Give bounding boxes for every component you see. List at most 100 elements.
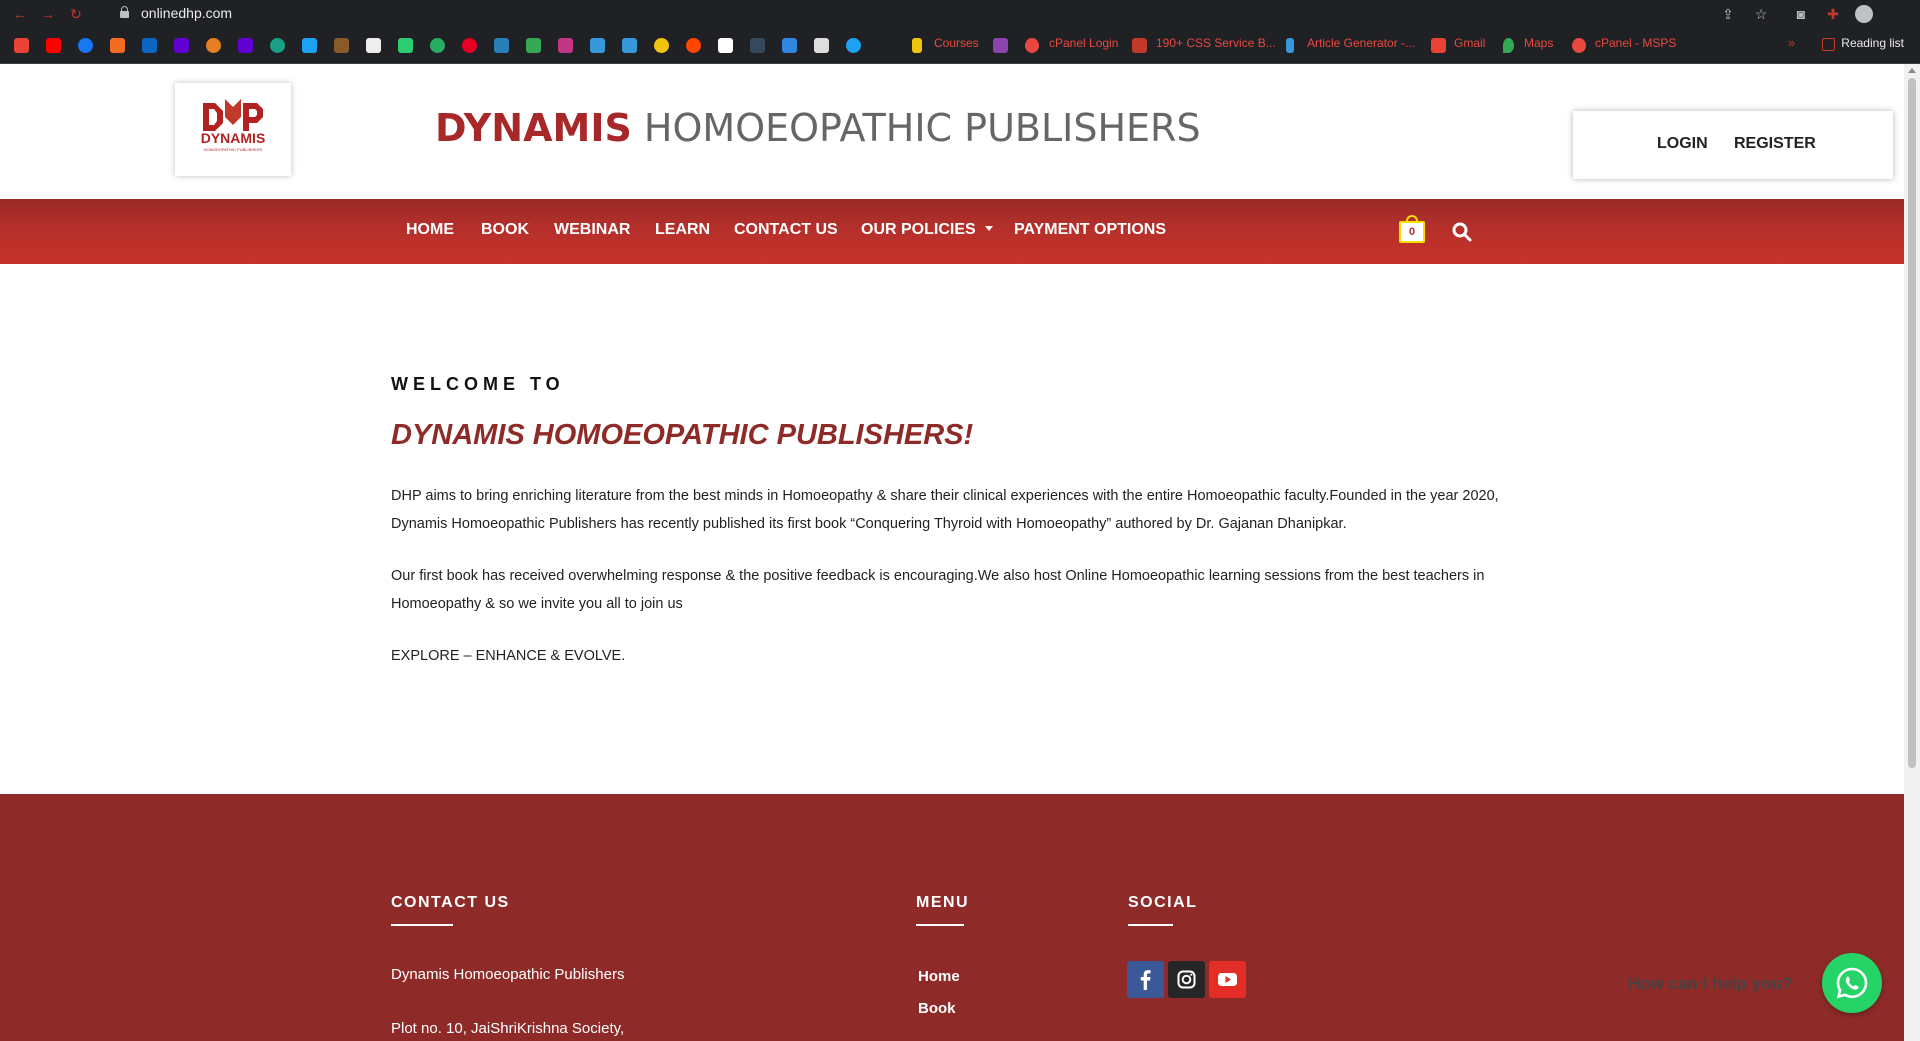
- register-link[interactable]: REGISTER: [1734, 135, 1816, 153]
- intro-paragraph-2: Our first book has received overwhelming…: [391, 568, 1485, 612]
- forward-icon[interactable]: →: [38, 4, 58, 24]
- footer-social-heading: SOCIAL: [1128, 894, 1198, 911]
- profile-avatar[interactable]: [1855, 5, 1873, 23]
- reading-list-button[interactable]: Reading list: [1841, 36, 1904, 50]
- cpanel-icon: [1572, 38, 1586, 53]
- yahoo-bookmark-icon[interactable]: [174, 38, 189, 53]
- scroll-thumb[interactable]: [1908, 78, 1916, 768]
- login-link[interactable]: LOGIN: [1657, 135, 1708, 153]
- footer-address: Plot no. 10, JaiShriKrishna Society,: [391, 1020, 625, 1037]
- intro-paragraph: DHP aims to bring enriching literature f…: [391, 488, 1499, 532]
- facebook-button[interactable]: [1127, 961, 1164, 998]
- bookmark-css-service[interactable]: 190+ CSS Service B...: [1156, 36, 1276, 50]
- bookmark-icon[interactable]: [334, 38, 349, 53]
- lock-icon[interactable]: [120, 6, 129, 18]
- footer-company-name: Dynamis Homoeopathic Publishers: [391, 966, 625, 983]
- bookmark-icon[interactable]: [782, 38, 797, 53]
- bookmark-icon[interactable]: [366, 38, 381, 53]
- whatsapp-chat-button[interactable]: [1822, 953, 1882, 1013]
- star-icon[interactable]: ☆: [1751, 4, 1771, 24]
- bookmark-icon[interactable]: [302, 38, 317, 53]
- bookmark-icon[interactable]: [110, 38, 125, 53]
- nav-webinar[interactable]: WEBINAR: [554, 221, 630, 239]
- facebook-bookmark-icon[interactable]: [78, 38, 93, 53]
- bookmark-icon[interactable]: [654, 38, 669, 53]
- bookmark-cpanel-login[interactable]: cPanel Login: [1049, 36, 1118, 50]
- footer-contact-heading: CONTACT US: [391, 894, 510, 911]
- bookmarks-bar: Courses cPanel Login 190+ CSS Service B.…: [0, 27, 1920, 64]
- maps-icon: [1503, 38, 1514, 53]
- nav-contact-us[interactable]: CONTACT US: [734, 221, 838, 239]
- bookmark-cpanel-msps[interactable]: cPanel - MSPS: [1595, 36, 1676, 50]
- bookmark-gmail[interactable]: Gmail: [1454, 36, 1485, 50]
- bookmark-icon[interactable]: [718, 38, 733, 53]
- youtube-bookmark-icon[interactable]: [46, 38, 61, 53]
- bookmark-article-generator[interactable]: Article Generator -...: [1307, 36, 1415, 50]
- site-title-light: HOMOEOPATHIC PUBLISHERS: [643, 106, 1201, 150]
- nav-our-policies-label: OUR POLICIES: [861, 221, 976, 238]
- divider: [391, 924, 453, 926]
- share-icon[interactable]: ⇪: [1718, 4, 1738, 24]
- nav-learn[interactable]: LEARN: [655, 221, 710, 239]
- bookmark-icon[interactable]: [590, 38, 605, 53]
- bookmark-icon[interactable]: [430, 38, 445, 53]
- gmail-bookmark-icon[interactable]: [14, 38, 29, 53]
- youtube-icon: [1218, 973, 1237, 986]
- web-page: DYNAMIS HOMOEOPATHIC PUBLISHERS DYNAMIS …: [0, 64, 1904, 1041]
- footer-menu-heading: MENU: [916, 894, 970, 911]
- bookmark-icon: [1132, 38, 1147, 53]
- cart-count: 0: [1399, 221, 1425, 243]
- more-bookmarks-button[interactable]: »: [1788, 35, 1795, 50]
- twitter-bookmark-icon[interactable]: [846, 38, 861, 53]
- site-logo[interactable]: DYNAMIS HOMOEOPATHIC PUBLISHERS: [175, 83, 291, 176]
- nav-book[interactable]: BOOK: [481, 221, 529, 239]
- bookmark-icon: [993, 38, 1008, 53]
- bookmark-icon[interactable]: [398, 38, 413, 53]
- instagram-button[interactable]: [1168, 961, 1205, 998]
- cpanel-icon: [1025, 38, 1039, 53]
- chat-prompt[interactable]: How can I help you?: [1628, 974, 1792, 994]
- youtube-button[interactable]: [1209, 961, 1246, 998]
- linkedin-bookmark-icon[interactable]: [142, 38, 157, 53]
- footer-menu-home[interactable]: Home: [918, 968, 960, 985]
- nav-payment-options[interactable]: PAYMENT OPTIONS: [1014, 221, 1166, 239]
- address-bar: ← → ↻ onlinedhp.com ⇪ ☆ ◙ ✚: [0, 0, 1920, 27]
- scroll-up-icon[interactable]: [1908, 68, 1916, 73]
- pinterest-bookmark-icon[interactable]: [462, 38, 477, 53]
- facebook-icon: [1140, 970, 1151, 990]
- bookmark-icon[interactable]: [526, 38, 541, 53]
- bookmark-icon[interactable]: [750, 38, 765, 53]
- whatsapp-icon: [1836, 967, 1868, 999]
- search-icon[interactable]: [1452, 222, 1472, 242]
- reading-list-icon: [1822, 38, 1835, 51]
- nav-our-policies[interactable]: OUR POLICIES: [861, 221, 993, 239]
- cart-button[interactable]: 0: [1399, 215, 1425, 243]
- site-title-strong: DYNAMIS: [435, 106, 632, 150]
- instagram-bookmark-icon[interactable]: [558, 38, 573, 53]
- extension-icon[interactable]: ✚: [1823, 4, 1843, 24]
- reddit-bookmark-icon[interactable]: [686, 38, 701, 53]
- back-icon[interactable]: ←: [10, 4, 30, 24]
- bookmark-maps[interactable]: Maps: [1524, 36, 1553, 50]
- bookmark-icon[interactable]: [814, 38, 829, 53]
- lightning-icon: [1286, 38, 1294, 53]
- tagline: EXPLORE – ENHANCE & EVOLVE.: [391, 648, 626, 664]
- bookmark-icon[interactable]: [494, 38, 509, 53]
- bookmark-courses[interactable]: Courses: [934, 36, 979, 50]
- bookmark-icon[interactable]: [206, 38, 221, 53]
- instagram-icon: [1177, 970, 1196, 989]
- page-scrollbar[interactable]: [1904, 64, 1920, 1041]
- bookmark-icon[interactable]: [270, 38, 285, 53]
- url-field[interactable]: onlinedhp.com: [141, 5, 232, 21]
- nav-home[interactable]: HOME: [406, 221, 454, 239]
- logo-wordmark: DYNAMIS: [200, 130, 266, 146]
- footer: CONTACT US MENU SOCIAL Dynamis Homoeopat…: [0, 794, 1904, 1041]
- bookmark-icon[interactable]: [622, 38, 637, 53]
- camera-icon[interactable]: ◙: [1791, 4, 1811, 24]
- logo-tagline: HOMOEOPATHIC PUBLISHERS: [203, 147, 263, 152]
- reload-icon[interactable]: ↻: [66, 4, 86, 24]
- page-title: DYNAMIS HOMOEOPATHIC PUBLISHERS!: [391, 419, 974, 451]
- auth-panel: LOGIN REGISTER: [1573, 111, 1893, 179]
- footer-menu-book[interactable]: Book: [918, 1000, 956, 1017]
- yahoo-bookmark-icon[interactable]: [238, 38, 253, 53]
